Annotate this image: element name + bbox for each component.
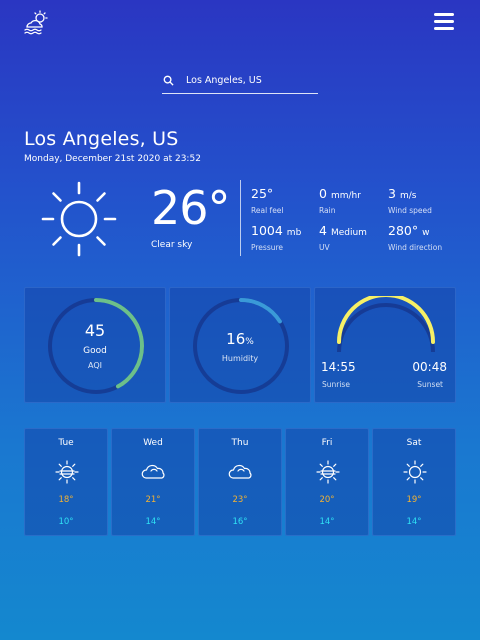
forecast-high-temp: 20°: [319, 495, 335, 505]
search-bar[interactable]: [162, 68, 318, 94]
humidity-card: 16% Humidity: [169, 287, 311, 403]
sunrise-time: 14:55: [321, 360, 356, 374]
humidity-label: Humidity: [221, 354, 259, 363]
sun-icon: [403, 460, 427, 484]
forecast-day-card[interactable]: Wed 21° 14°: [111, 428, 195, 536]
forecast-day-card[interactable]: Fri 20° 14°: [285, 428, 369, 536]
city-name: Los Angeles, US: [24, 128, 179, 150]
search-input[interactable]: [186, 71, 311, 90]
search-icon: [163, 75, 174, 86]
hamburger-menu-icon[interactable]: [434, 13, 454, 31]
weather-condition: Clear sky: [151, 240, 193, 250]
forecast-day-name: Sat: [406, 438, 422, 448]
cloud-sun-waves-icon[interactable]: [22, 9, 50, 37]
current-datetime: Monday, December 21st 2020 at 23:52: [24, 154, 201, 164]
current-temperature: 26°: [151, 181, 231, 235]
forecast-day-name: Fri: [321, 438, 333, 448]
metric-uv: 4 Medium UV: [319, 223, 367, 252]
aqi-level: Good: [83, 346, 107, 356]
aqi-label: AQI: [88, 361, 102, 370]
cloud-icon: [141, 464, 165, 479]
metric-wind-speed: 3 m/s Wind speed: [388, 186, 432, 215]
forecast-day-card[interactable]: Thu 23° 16°: [198, 428, 282, 536]
forecast-low-temp: 10°: [58, 517, 74, 527]
divider: [240, 180, 241, 256]
sun-arc: [337, 296, 435, 353]
sun-icon: [41, 181, 117, 257]
metric-rain: 0 mm/hr Rain: [319, 186, 361, 215]
sunset-time: 00:48: [412, 360, 447, 374]
aqi-card: 45 Good AQI: [24, 287, 166, 403]
sun-times-card: 14:55 Sunrise 00:48 Sunset: [314, 287, 456, 403]
forecast-low-temp: 14°: [319, 517, 335, 527]
metric-wind-direction: 280° w Wind direction: [388, 223, 443, 252]
forecast-day-name: Tue: [58, 438, 74, 448]
sunset-label: Sunset: [417, 380, 443, 389]
metric-pressure: 1004 mb Pressure: [251, 223, 302, 252]
sunrise-label: Sunrise: [322, 380, 350, 389]
sun-haze-icon: [316, 460, 340, 484]
forecast-day-name: Thu: [231, 438, 249, 448]
forecast-low-temp: 14°: [406, 517, 422, 527]
sun-haze-icon: [55, 460, 79, 484]
metric-real-feel: 25° Real feel: [251, 186, 284, 215]
forecast-low-temp: 14°: [145, 517, 161, 527]
forecast-low-temp: 16°: [232, 517, 248, 527]
forecast-high-temp: 23°: [232, 495, 248, 505]
forecast-high-temp: 18°: [58, 495, 74, 505]
forecast-high-temp: 21°: [145, 495, 161, 505]
humidity-value: 16%: [226, 330, 254, 348]
forecast-day-card[interactable]: Sat 19° 14°: [372, 428, 456, 536]
forecast-day-card[interactable]: Tue 18° 10°: [24, 428, 108, 536]
aqi-value: 45: [84, 321, 106, 340]
cloud-icon: [228, 464, 252, 479]
forecast-high-temp: 19°: [406, 495, 422, 505]
forecast-day-name: Wed: [143, 438, 163, 448]
